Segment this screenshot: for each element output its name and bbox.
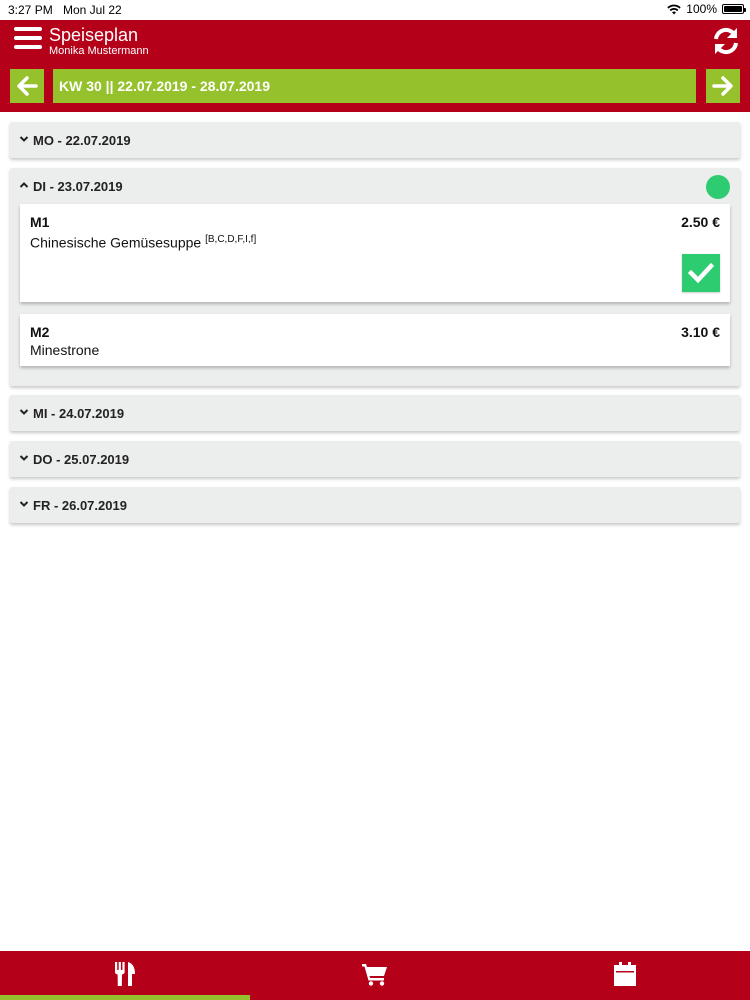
chevron-down-icon — [19, 455, 29, 461]
meal-name: Minestrone — [30, 342, 100, 358]
tab-cart[interactable] — [250, 951, 500, 996]
day-panel-di: DI - 23.07.2019 M1 2.50 € Chinesische Ge… — [10, 168, 740, 386]
day-panel-mi: MI - 24.07.2019 — [10, 395, 740, 431]
day-header[interactable]: MI - 24.07.2019 — [10, 395, 740, 431]
day-panel-fr: FR - 26.07.2019 — [10, 487, 740, 523]
chevron-down-icon — [19, 409, 29, 415]
app-title: Speiseplan — [49, 25, 139, 45]
day-header[interactable]: FR - 26.07.2019 — [10, 487, 740, 523]
tab-menu[interactable] — [0, 951, 250, 996]
day-label: FR - 26.07.2019 — [33, 498, 127, 513]
arrow-right-icon — [712, 76, 733, 96]
status-date: Mon Jul 22 — [63, 3, 122, 17]
day-panel-do: DO - 25.07.2019 — [10, 441, 740, 477]
chevron-down-icon — [19, 136, 29, 142]
menu-icon[interactable] — [14, 27, 42, 53]
chevron-down-icon — [19, 501, 29, 507]
meal-name: Chinesische Gemüsesuppe [B,C,D,F,I,f] — [30, 234, 256, 251]
wifi-icon — [667, 4, 681, 14]
meal-price: 2.50 € — [681, 214, 720, 230]
day-panel-mo: MO - 22.07.2019 — [10, 122, 740, 158]
battery-percent: 100% — [686, 2, 717, 16]
fork-knife-icon — [115, 961, 135, 986]
meal-name-text: Chinesische Gemüsesuppe — [30, 234, 202, 251]
day-label: MO - 22.07.2019 — [33, 133, 131, 148]
arrow-left-icon — [17, 76, 38, 96]
battery-icon — [722, 4, 746, 14]
meal-price: 3.10 € — [681, 324, 720, 340]
week-navigator: KW 30 || 22.07.2019 - 28.07.2019 — [0, 62, 750, 112]
day-label: DI - 23.07.2019 — [33, 179, 123, 194]
week-label[interactable]: KW 30 || 22.07.2019 - 28.07.2019 — [53, 69, 696, 103]
status-indicators: 100% — [667, 2, 746, 16]
meal-allergens: [B,C,D,F,I,f] — [205, 234, 257, 245]
calendar-icon — [614, 961, 636, 986]
order-checkbox[interactable] — [682, 254, 720, 292]
refresh-icon[interactable] — [710, 25, 742, 57]
active-tab-indicator — [0, 995, 250, 1000]
day-header[interactable]: MO - 22.07.2019 — [10, 122, 740, 158]
bottom-tab-bar — [0, 951, 750, 1000]
cart-icon — [362, 963, 387, 986]
meal-code: M2 — [30, 324, 50, 340]
meal-card-m2[interactable]: M2 3.10 € Minestrone — [20, 314, 730, 366]
status-time: 3:27 PM — [8, 3, 53, 17]
previous-week-button[interactable] — [10, 69, 44, 103]
day-header[interactable]: DI - 23.07.2019 — [10, 168, 740, 204]
next-week-button[interactable] — [706, 69, 740, 103]
meal-card-m1[interactable]: M1 2.50 € Chinesische Gemüsesuppe [B,C,D… — [20, 204, 730, 302]
user-name: Monika Mustermann — [49, 45, 149, 57]
day-label: DO - 25.07.2019 — [33, 452, 130, 467]
status-bar: 3:27 PM Mon Jul 22 100% — [0, 0, 750, 20]
day-header[interactable]: DO - 25.07.2019 — [10, 441, 740, 477]
checkmark-icon — [688, 262, 714, 284]
tab-calendar[interactable] — [500, 951, 750, 996]
app-header: Speiseplan Monika Mustermann — [0, 20, 750, 62]
order-status-dot — [706, 175, 730, 199]
chevron-up-icon — [19, 182, 29, 188]
meal-code: M1 — [30, 214, 50, 230]
day-label: MI - 24.07.2019 — [33, 406, 125, 421]
